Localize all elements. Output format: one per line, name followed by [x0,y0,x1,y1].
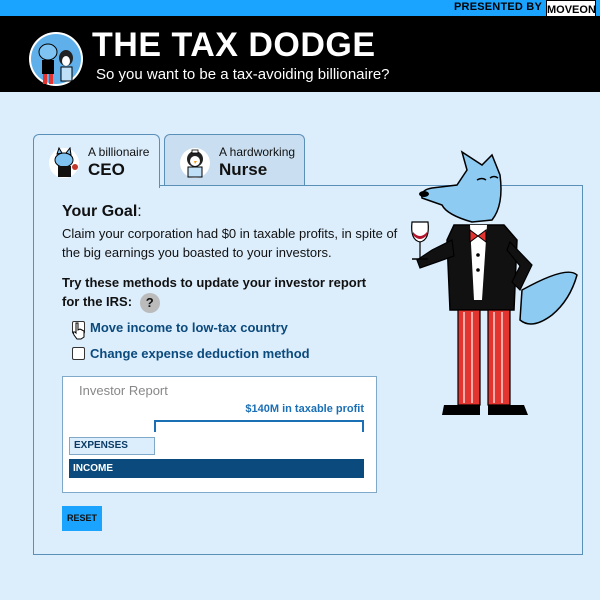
move-income-label: Move income to low-tax country [90,320,288,335]
reset-button[interactable]: RESET [62,506,102,531]
taxable-profit-label: $140M in taxable profit [245,403,364,415]
penguin-icon [180,148,210,178]
methods-prompt: Try these methods to update your investo… [62,273,382,313]
page-title: THE TAX DODGE [92,26,376,64]
tab-ceo-small-label: A billionaire [88,145,150,159]
wolf-icon [49,147,79,178]
tab-nurse-small-label: A hardworking [219,145,296,159]
tab-ceo-label: CEO [88,160,125,179]
wolf-penguin-logo-icon [29,32,83,86]
goal-heading-colon: : [137,203,142,220]
expenses-bar: EXPENSES [69,437,155,455]
header: THE TAX DODGE So you want to be a tax-av… [0,16,600,92]
option-change-expense[interactable]: Change expense deduction method [72,346,310,361]
report-title: Investor Report [79,383,168,398]
methods-prompt-text: Try these methods to update your investo… [62,275,367,309]
tab-ceo[interactable]: A billionaire CEO [33,134,160,188]
investor-report: Investor Report $140M in taxable profit … [62,376,377,493]
option-move-income[interactable]: Move income to low-tax country [72,320,288,335]
hand-cursor-icon [72,322,85,340]
change-expense-label: Change expense deduction method [90,346,310,361]
income-bar: INCOME [69,459,364,478]
presented-by-text: PRESENTED BY [454,1,542,13]
page-subtitle: So you want to be a tax-avoiding billion… [96,66,390,83]
tab-nurse[interactable]: A hardworking Nurse [164,134,305,186]
goal-heading: Your Goal: [62,203,142,221]
goal-description: Claim your corporation had $0 in taxable… [62,226,398,260]
profit-bracket [154,420,364,432]
wolf-ceo-illustration-icon [411,150,578,415]
goal-heading-text: Your Goal [62,203,138,220]
help-icon[interactable]: ? [139,292,160,313]
change-expense-checkbox[interactable] [72,347,85,360]
tab-nurse-label: Nurse [219,160,268,179]
